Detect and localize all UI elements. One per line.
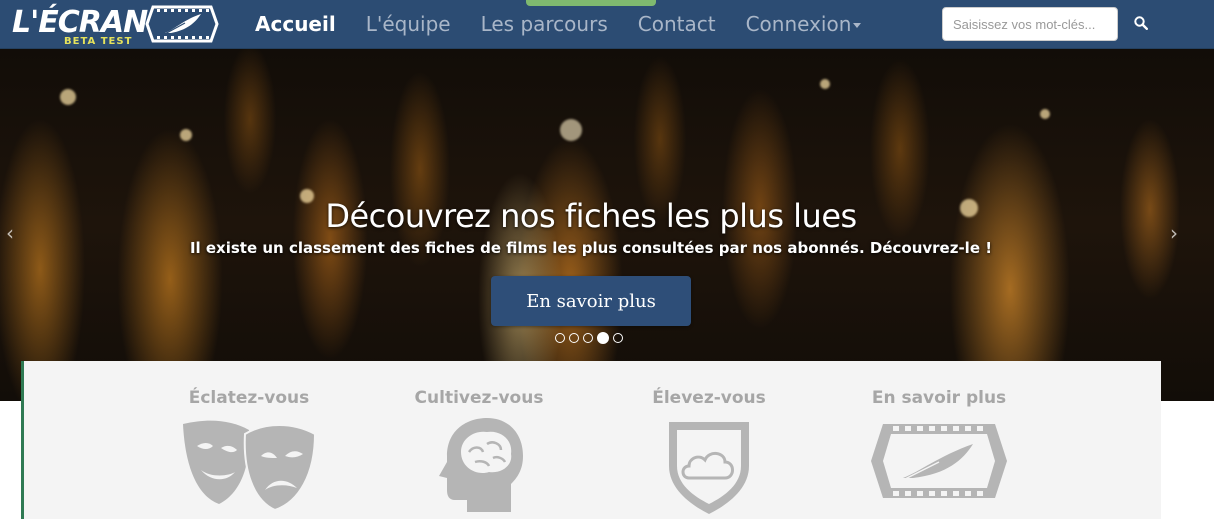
nav-item-equipe[interactable]: L'équipe — [351, 0, 466, 48]
carousel-subtitle: Il existe un classement des fiches de fi… — [189, 239, 993, 257]
nav-item-label: Les parcours — [480, 12, 608, 36]
carousel-indicator-active[interactable] — [597, 332, 609, 344]
feature-title: Éclatez-vous — [188, 388, 310, 408]
carousel-title: Découvrez nos fiches les plus lues — [325, 197, 857, 235]
cloud-shield-icon — [669, 422, 749, 514]
search-icon — [1134, 16, 1148, 30]
bokeh-light — [560, 119, 582, 141]
feature-elevez-vous[interactable]: Élevez-vous — [609, 361, 809, 516]
nav-item-label: Contact — [637, 12, 716, 36]
bokeh-light — [180, 129, 192, 141]
feature-cultivez-vous[interactable]: Cultivez-vous — [379, 361, 579, 512]
feature-en-savoir-plus[interactable]: En savoir plus — [839, 361, 1039, 506]
nav-item-parcours[interactable]: Les parcours — [466, 0, 623, 48]
film-feather-icon — [871, 424, 1007, 498]
nav-item-label: Connexion — [745, 12, 852, 36]
main-nav: Accueil L'équipe Les parcours Contact Co… — [240, 0, 876, 48]
carousel-learn-more-button[interactable]: En savoir plus — [491, 276, 691, 326]
carousel-indicator[interactable] — [613, 333, 623, 343]
feature-title: En savoir plus — [871, 388, 1007, 408]
bokeh-light — [60, 89, 76, 105]
carousel-caption: Découvrez nos fiches les plus lues Il ex… — [0, 197, 1182, 257]
hero-carousel: ‹ › Découvrez nos fiches les plus lues I… — [0, 49, 1214, 401]
carousel-indicator[interactable] — [569, 333, 579, 343]
feature-eclatez-vous[interactable]: Éclatez-vous — [149, 361, 349, 512]
brand-name: L'ÉCRAN — [12, 5, 148, 40]
carousel-indicator[interactable] — [555, 333, 565, 343]
brand-beta-tag: BETA TEST — [64, 36, 133, 47]
feature-title: Élevez-vous — [652, 388, 766, 408]
nav-item-label: L'équipe — [365, 12, 451, 36]
brand-logo-link[interactable]: L'ÉCRAN BETA TEST — [8, 2, 223, 47]
search-button[interactable] — [1128, 10, 1154, 36]
carousel-indicator[interactable] — [583, 333, 593, 343]
bokeh-light — [820, 79, 830, 89]
brain-head-icon — [439, 418, 523, 512]
nav-item-contact[interactable]: Contact — [623, 0, 731, 48]
nav-item-label: Accueil — [255, 12, 336, 36]
theater-masks-icon — [183, 420, 317, 512]
nav-item-accueil[interactable]: Accueil — [240, 0, 351, 48]
navbar: L'ÉCRAN BETA TEST Accueil L'équipe Les p… — [0, 0, 1214, 49]
caret-down-icon — [853, 23, 862, 28]
nav-item-connexion-dropdown[interactable]: Connexion — [731, 0, 877, 48]
carousel-indicators — [555, 332, 623, 344]
feature-title: Cultivez-vous — [414, 388, 544, 408]
bokeh-light — [1040, 109, 1050, 119]
features-panel: Éclatez-vous Cultivez-vous Élevez-vous E… — [21, 361, 1161, 519]
search-input[interactable] — [942, 7, 1118, 41]
film-feather-logo-icon — [145, 5, 219, 43]
